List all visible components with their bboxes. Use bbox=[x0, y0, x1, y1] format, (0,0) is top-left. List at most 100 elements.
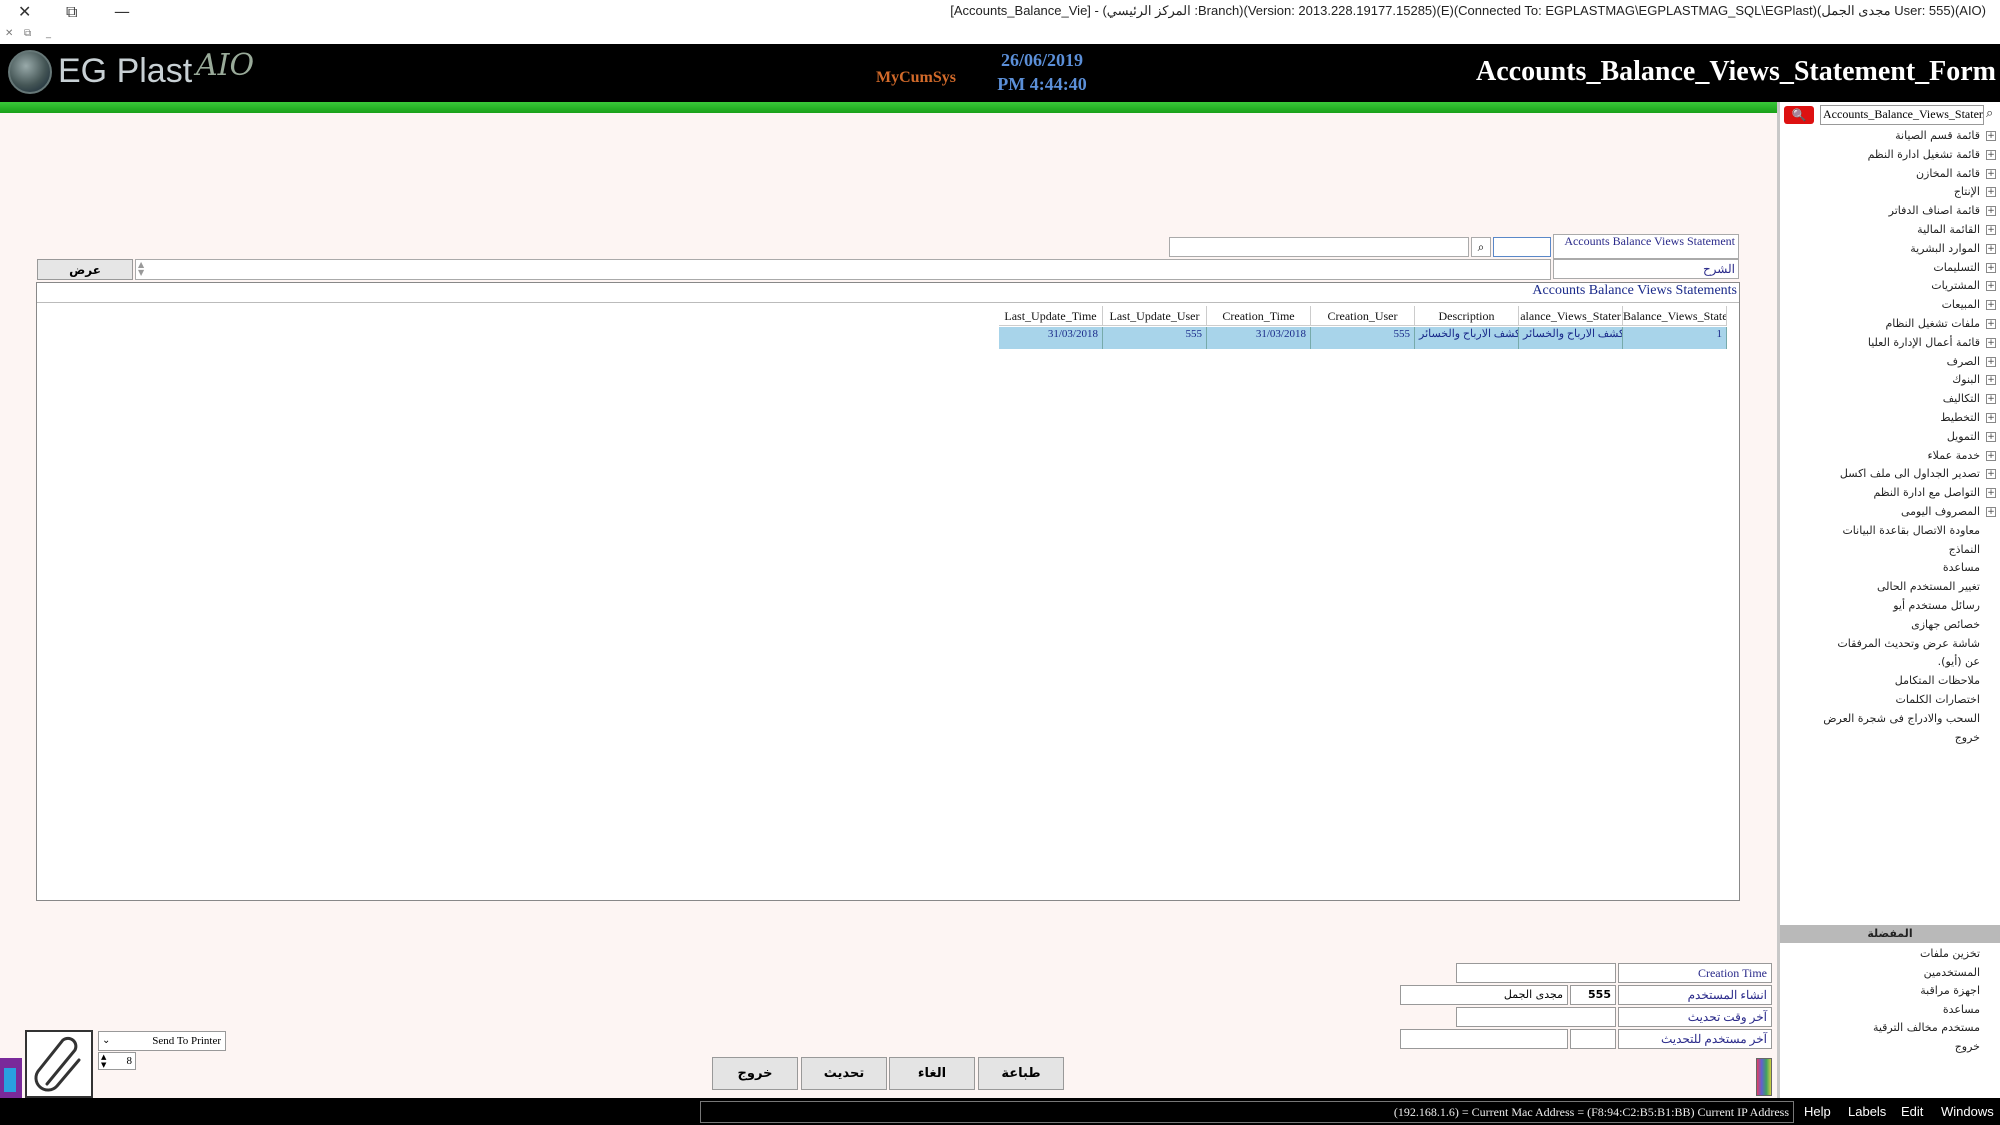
menu-item[interactable]: الصرف bbox=[1947, 355, 1980, 368]
expand-icon[interactable]: + bbox=[1986, 206, 1996, 217]
name-search-input[interactable] bbox=[1169, 237, 1469, 257]
menu-item[interactable]: رسائل مستخدم أيو bbox=[1893, 599, 1980, 612]
minimize-icon[interactable]: — bbox=[114, 2, 130, 21]
expand-icon[interactable]: + bbox=[1986, 300, 1996, 311]
column-header[interactable]: Balance_Views_State bbox=[1623, 306, 1727, 326]
menu-item[interactable]: التواصل مع ادارة النظم bbox=[1873, 486, 1980, 499]
column-header[interactable]: Description bbox=[1415, 306, 1519, 326]
menu-item[interactable]: قائمة تشغيل ادارة النظم bbox=[1868, 148, 1980, 161]
show-button[interactable]: عرض bbox=[37, 259, 133, 280]
menu-item[interactable]: قائمة أعمال الإدارة العليا bbox=[1868, 336, 1980, 349]
menu-item[interactable]: السحب والادراج فى شجرة العرض bbox=[1823, 712, 1980, 725]
menu-item[interactable]: المصروف اليومى bbox=[1901, 505, 1980, 518]
favorite-item[interactable]: تخزين ملفات bbox=[1920, 947, 1980, 960]
menu-item[interactable]: ملاحظات المتكامل bbox=[1895, 674, 1980, 687]
favorite-item[interactable]: اجهزة مراقبة bbox=[1920, 984, 1980, 997]
exit-button[interactable]: خروج bbox=[712, 1057, 798, 1090]
expand-icon[interactable]: + bbox=[1986, 262, 1996, 273]
windows-menu[interactable]: Windows bbox=[1941, 1104, 1994, 1119]
column-header[interactable]: Last_Update_Time bbox=[999, 306, 1103, 326]
menu-item[interactable]: التخطيط bbox=[1940, 411, 1980, 424]
expand-icon[interactable]: + bbox=[1986, 469, 1996, 480]
expand-icon[interactable]: + bbox=[1986, 337, 1996, 348]
help-menu[interactable]: Help bbox=[1804, 1104, 1831, 1119]
menu-item[interactable]: تصدير الجداول الى ملف اكسل bbox=[1840, 467, 1980, 480]
expand-icon[interactable]: + bbox=[1986, 413, 1996, 423]
palette-icon[interactable] bbox=[1756, 1058, 1772, 1096]
labels-menu[interactable]: Labels bbox=[1848, 1104, 1886, 1119]
menu-item[interactable]: الإنتاج bbox=[1954, 185, 1980, 198]
menu-item[interactable]: اختصارات الكلمات bbox=[1896, 693, 1980, 706]
last-update-field[interactable] bbox=[1456, 1007, 1616, 1027]
expand-icon[interactable]: + bbox=[1986, 431, 1996, 442]
creation-time-field[interactable] bbox=[1456, 963, 1616, 983]
creator-name-field[interactable]: مجدى الجمل bbox=[1400, 985, 1568, 1005]
last-user-name-field[interactable] bbox=[1400, 1029, 1568, 1049]
magnifier-icon[interactable]: ⌕ bbox=[1471, 237, 1491, 257]
menu-item[interactable]: عن (أيو). bbox=[1938, 655, 1980, 668]
menu-item[interactable]: مساعدة bbox=[1943, 561, 1980, 574]
expand-icon[interactable]: + bbox=[1986, 149, 1996, 160]
expand-icon[interactable]: + bbox=[1986, 356, 1996, 367]
menu-item[interactable]: خروج bbox=[1955, 731, 1980, 744]
expand-icon[interactable]: + bbox=[1986, 131, 1996, 141]
menu-item[interactable]: قائمة قسم الصيانة bbox=[1895, 129, 1980, 142]
spin-icon[interactable]: ▲ ▼ bbox=[101, 1053, 106, 1069]
column-header[interactable]: Last_Update_User bbox=[1103, 306, 1207, 326]
expand-icon[interactable]: + bbox=[1986, 243, 1996, 254]
menu-item[interactable]: خصائص جهازى bbox=[1911, 618, 1980, 631]
menu-item[interactable]: التمويل bbox=[1947, 430, 1980, 443]
expand-icon[interactable]: + bbox=[1986, 187, 1996, 198]
attachment-button[interactable] bbox=[25, 1030, 93, 1098]
search-button[interactable]: 🔍 bbox=[1784, 106, 1814, 124]
cancel-button[interactable]: الغاء bbox=[889, 1057, 975, 1090]
mdi-restore-icon[interactable]: ⧉ bbox=[24, 28, 31, 39]
menu-search-input[interactable]: Accounts_Balance_Views_Statement_Form bbox=[1820, 105, 1984, 125]
favorite-item[interactable]: خروج bbox=[1955, 1040, 1980, 1053]
print-button[interactable]: طباعة bbox=[978, 1057, 1064, 1090]
table-cell[interactable]: كشف الارباح والخسائر bbox=[1519, 327, 1623, 349]
menu-item[interactable]: الموارد البشرية bbox=[1910, 242, 1980, 255]
edit-menu[interactable]: Edit bbox=[1901, 1104, 1923, 1119]
menu-item[interactable]: التكاليف bbox=[1943, 392, 1980, 405]
menu-item[interactable]: المشتريات bbox=[1931, 279, 1980, 292]
column-header[interactable]: Creation_Time bbox=[1207, 306, 1311, 326]
menu-item[interactable]: قائمة المخازن bbox=[1916, 167, 1980, 180]
menu-item[interactable]: ملفات تشغيل النظام bbox=[1885, 317, 1980, 330]
table-cell[interactable]: 31/03/2018 bbox=[1207, 327, 1311, 349]
mdi-close-icon[interactable]: ✕ bbox=[5, 28, 13, 39]
close-icon[interactable]: ✕ bbox=[18, 2, 31, 21]
printer-select[interactable]: ⌄ Send To Printer bbox=[98, 1031, 226, 1051]
menu-item[interactable]: تغيير المستخدم الحالى bbox=[1877, 580, 1980, 593]
mdi-minimize-icon[interactable]: _ bbox=[46, 28, 51, 39]
table-cell[interactable]: 555 bbox=[1311, 327, 1415, 349]
expand-icon[interactable]: + bbox=[1986, 281, 1996, 292]
expand-icon[interactable]: + bbox=[1986, 450, 1996, 461]
expand-icon[interactable]: + bbox=[1986, 394, 1996, 405]
expand-icon[interactable]: + bbox=[1986, 168, 1996, 179]
table-cell[interactable]: 31/03/2018 bbox=[999, 327, 1103, 349]
menu-item[interactable]: البنوك bbox=[1952, 373, 1980, 386]
expand-icon[interactable]: + bbox=[1986, 375, 1996, 386]
column-header[interactable]: Creation_User bbox=[1311, 306, 1415, 326]
copies-stepper[interactable]: ▲ ▼ 8 bbox=[98, 1052, 136, 1070]
favorite-item[interactable]: مستخدم مخالف الترقية bbox=[1873, 1021, 1980, 1034]
description-input[interactable]: ▲ ▼ bbox=[135, 259, 1551, 280]
expand-icon[interactable]: + bbox=[1986, 319, 1996, 329]
spin-icon[interactable]: ▲ ▼ bbox=[138, 261, 144, 277]
menu-item[interactable]: التسليمات bbox=[1933, 261, 1980, 274]
last-user-code-field[interactable] bbox=[1570, 1029, 1616, 1049]
column-header[interactable]: alance_Views_Stater bbox=[1519, 306, 1623, 326]
code-search-input[interactable] bbox=[1493, 237, 1551, 257]
menu-item[interactable]: خدمة عملاء bbox=[1927, 449, 1980, 462]
table-cell[interactable]: كشف الارباح والخسائر bbox=[1415, 327, 1519, 349]
restore-icon[interactable]: ⧉ bbox=[66, 2, 77, 22]
magnifier-icon[interactable]: ⌕ bbox=[1986, 106, 1993, 121]
update-button[interactable]: تحديث bbox=[801, 1057, 887, 1090]
table-cell[interactable]: 1 bbox=[1623, 327, 1727, 349]
menu-item[interactable]: قائمة اصناف الدفاتر bbox=[1889, 204, 1980, 217]
menu-item[interactable]: شاشة عرض وتحديث المرفقات bbox=[1837, 637, 1980, 650]
creator-code-field[interactable]: 555 bbox=[1570, 985, 1616, 1005]
side-tab[interactable] bbox=[0, 1058, 22, 1098]
favorite-item[interactable]: المستخدمين bbox=[1924, 966, 1980, 979]
